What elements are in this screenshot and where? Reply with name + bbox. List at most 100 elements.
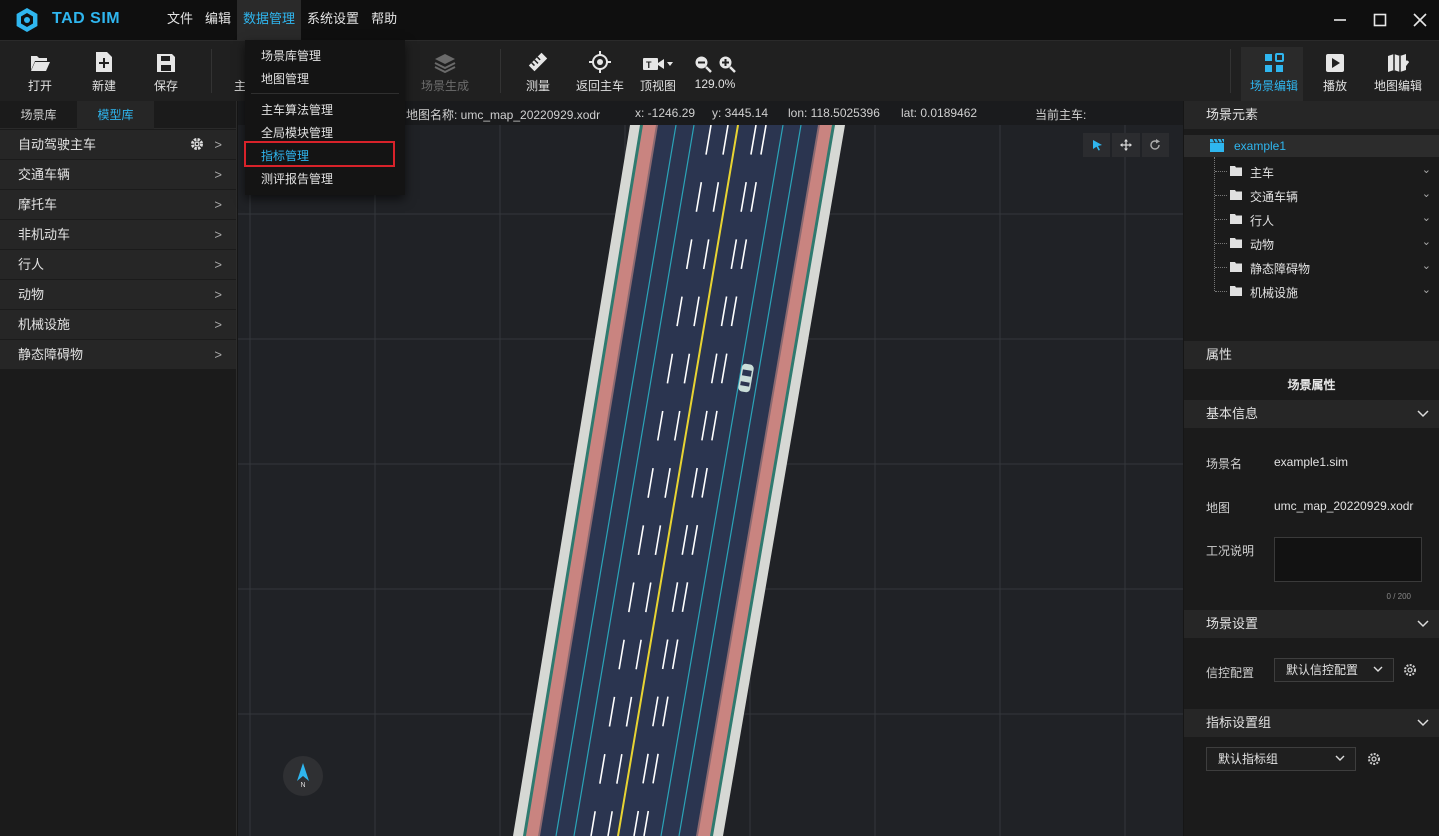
chevron-down-icon[interactable]: ⌄ bbox=[1422, 163, 1431, 176]
compass[interactable]: N bbox=[283, 756, 323, 796]
minimize-button[interactable] bbox=[1321, 0, 1359, 40]
tree-item-traffic-vehicle[interactable]: 交通车辆 ⌄ bbox=[1214, 184, 1439, 206]
category-static-obstacle[interactable]: 静态障碍物 > bbox=[0, 340, 236, 369]
menu-system-settings[interactable]: 系统设置 bbox=[301, 0, 365, 40]
chevron-right-icon: > bbox=[214, 257, 222, 272]
category-label: 静态障碍物 bbox=[18, 347, 84, 362]
zoom-out-icon[interactable] bbox=[694, 55, 712, 73]
char-counter: 0 / 200 bbox=[1386, 592, 1411, 601]
chevron-down-icon[interactable]: ⌄ bbox=[1422, 283, 1431, 296]
maximize-button[interactable] bbox=[1361, 0, 1399, 40]
menu-item-indicator-management[interactable]: 指标管理 bbox=[261, 147, 309, 164]
tree-item-pedestrian[interactable]: 行人 ⌄ bbox=[1214, 208, 1439, 230]
category-non-motor-vehicle[interactable]: 非机动车 > bbox=[0, 220, 236, 249]
top-view-button[interactable]: T 顶视图 bbox=[640, 41, 676, 102]
tree-root-example1[interactable]: example1 bbox=[1184, 135, 1439, 157]
properties-panel: 场景元素 example1 主车 ⌄ 交通车辆 ⌄ 行人 ⌄ 动物 ⌄ 静态障碍… bbox=[1184, 101, 1439, 836]
menu-item-scene-library-management[interactable]: 场景库管理 bbox=[261, 47, 321, 64]
gear-icon[interactable] bbox=[1403, 663, 1417, 677]
tadsim-logo-icon bbox=[16, 8, 38, 32]
toolbar-separator bbox=[1230, 49, 1231, 93]
condition-description-input[interactable] bbox=[1274, 537, 1422, 582]
new-button[interactable]: 新建 bbox=[92, 41, 116, 102]
close-button[interactable] bbox=[1401, 0, 1439, 40]
menu-edit[interactable]: 编辑 bbox=[199, 0, 237, 40]
tree-item-label: 静态障碍物 bbox=[1250, 262, 1311, 276]
camera-dropdown-icon: T bbox=[643, 58, 673, 70]
folder-icon bbox=[1230, 190, 1242, 200]
select-value: 默认指标组 bbox=[1218, 752, 1279, 766]
section-label: 场景设置 bbox=[1206, 616, 1259, 631]
chevron-down-icon[interactable]: ⌄ bbox=[1422, 235, 1431, 248]
svg-text:T: T bbox=[646, 60, 652, 70]
menu-item-evaluation-report-management[interactable]: 测评报告管理 bbox=[261, 170, 333, 187]
tree-item-machinery[interactable]: 机械设施 ⌄ bbox=[1214, 280, 1439, 302]
return-main-vehicle-button[interactable]: 返回主车 bbox=[576, 41, 624, 102]
tree-item-main-vehicle[interactable]: 主车 ⌄ bbox=[1214, 160, 1439, 182]
play-mode-button[interactable]: 播放 bbox=[1323, 41, 1347, 102]
measure-button[interactable]: 测量 bbox=[526, 41, 550, 102]
scene-edit-mode-button[interactable]: 场景编辑 bbox=[1250, 41, 1298, 102]
folder-open-icon bbox=[31, 56, 50, 71]
save-icon bbox=[157, 54, 175, 72]
map-edit-label: 地图编辑 bbox=[1374, 79, 1423, 93]
map-label: 地图 bbox=[1206, 501, 1231, 515]
tree-item-animal[interactable]: 动物 ⌄ bbox=[1214, 232, 1439, 254]
menu-item-vehicle-algorithm-management[interactable]: 主车算法管理 bbox=[261, 101, 333, 118]
chevron-down-icon[interactable]: ⌄ bbox=[1422, 211, 1431, 224]
rotate-tool-button[interactable] bbox=[1141, 133, 1169, 157]
gear-icon[interactable] bbox=[1367, 752, 1381, 766]
scene-generate-button[interactable]: 场景生成 bbox=[421, 41, 469, 102]
folder-icon bbox=[1230, 262, 1242, 272]
tab-model-library[interactable]: 模型库 bbox=[77, 101, 154, 129]
menu-file[interactable]: 文件 bbox=[161, 0, 199, 40]
open-label: 打开 bbox=[28, 79, 53, 93]
chevron-right-icon: > bbox=[214, 137, 222, 152]
menu-item-map-management[interactable]: 地图管理 bbox=[261, 70, 309, 87]
tree-item-static-obstacle[interactable]: 静态障碍物 ⌄ bbox=[1214, 256, 1439, 278]
basic-info-section[interactable]: 基本信息 bbox=[1184, 400, 1439, 428]
road-map[interactable] bbox=[238, 101, 1183, 836]
signal-config-select[interactable]: 默认信控配置 bbox=[1274, 658, 1394, 682]
return-main-vehicle-label: 返回主车 bbox=[576, 79, 625, 93]
category-machinery[interactable]: 机械设施 > bbox=[0, 310, 236, 339]
left-tabs: 场景库 模型库 bbox=[0, 101, 236, 129]
section-label: 指标设置组 bbox=[1206, 715, 1272, 730]
category-pedestrian[interactable]: 行人 > bbox=[0, 250, 236, 279]
chevron-down-icon bbox=[1335, 755, 1345, 761]
save-label: 保存 bbox=[154, 79, 179, 93]
chevron-down-icon[interactable]: ⌄ bbox=[1422, 259, 1431, 272]
pan-tool-button[interactable] bbox=[1112, 133, 1140, 157]
category-label: 摩托车 bbox=[18, 197, 58, 212]
tab-scene-library[interactable]: 场景库 bbox=[0, 101, 77, 129]
zoom-in-icon[interactable] bbox=[718, 55, 736, 73]
clapperboard-icon bbox=[1210, 139, 1224, 152]
category-autonomous-vehicle[interactable]: 自动驾驶主车 > bbox=[0, 130, 236, 159]
chevron-right-icon: > bbox=[214, 227, 222, 242]
indicator-group-select[interactable]: 默认指标组 bbox=[1206, 747, 1356, 771]
category-animal[interactable]: 动物 > bbox=[0, 280, 236, 309]
map-edit-mode-button[interactable]: 地图编辑 bbox=[1374, 41, 1422, 102]
category-motorcycle[interactable]: 摩托车 > bbox=[0, 190, 236, 219]
save-button[interactable]: 保存 bbox=[154, 41, 178, 102]
tree-item-label: 机械设施 bbox=[1250, 286, 1299, 300]
menu-help[interactable]: 帮助 bbox=[365, 0, 403, 40]
menu-data-management[interactable]: 数据管理 bbox=[237, 0, 302, 40]
chevron-down-icon[interactable]: ⌄ bbox=[1422, 187, 1431, 200]
layers-icon bbox=[434, 54, 456, 73]
view-tools bbox=[1083, 133, 1169, 157]
select-tool-button[interactable] bbox=[1083, 133, 1111, 157]
gear-icon[interactable] bbox=[190, 137, 204, 151]
scene-settings-section[interactable]: 场景设置 bbox=[1184, 610, 1439, 638]
properties-header: 属性 bbox=[1184, 341, 1439, 369]
chevron-down-icon bbox=[1373, 666, 1383, 672]
play-icon bbox=[1326, 54, 1344, 72]
open-button[interactable]: 打开 bbox=[28, 41, 52, 102]
coord-lat: lat: 0.0189462 bbox=[901, 106, 978, 120]
chevron-right-icon: > bbox=[214, 347, 222, 362]
menu-item-global-module-management[interactable]: 全局模块管理 bbox=[261, 124, 333, 141]
map-viewport[interactable]: 地图名称: umc_map_20220929.xodr x: -1246.29 … bbox=[238, 101, 1183, 836]
cursor-icon bbox=[1092, 140, 1102, 151]
category-traffic-vehicle[interactable]: 交通车辆 > bbox=[0, 160, 236, 189]
indicator-group-section[interactable]: 指标设置组 bbox=[1184, 709, 1439, 737]
